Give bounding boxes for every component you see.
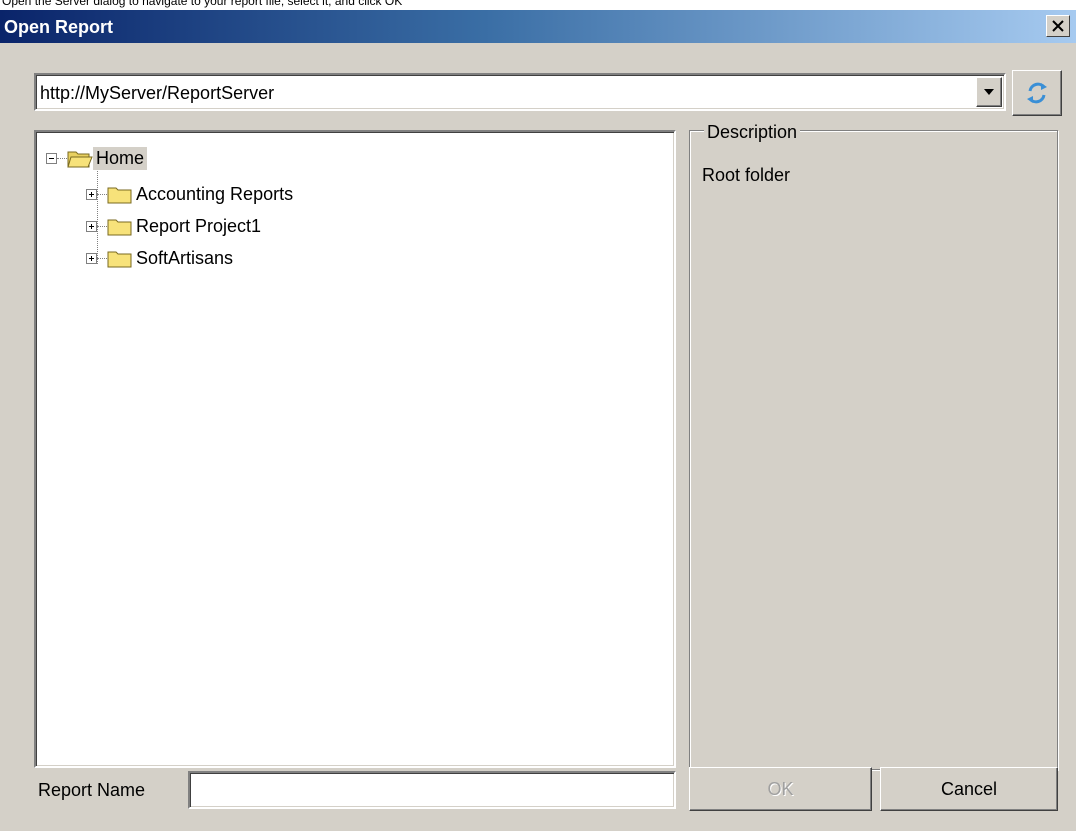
folder-icon bbox=[107, 219, 132, 235]
open-report-dialog: Open Report http://MyServer/ReportServer bbox=[0, 10, 1076, 831]
page-caption-text: Open the Server dialog to navigate to yo… bbox=[2, 0, 403, 8]
description-groupbox: Description Root folder bbox=[689, 122, 1058, 770]
chevron-down-icon bbox=[984, 89, 994, 95]
close-icon bbox=[1052, 20, 1064, 32]
cancel-button[interactable]: Cancel bbox=[880, 767, 1058, 811]
page-caption: Open the Server dialog to navigate to yo… bbox=[0, 0, 1076, 10]
server-url-combobox[interactable]: http://MyServer/ReportServer bbox=[34, 73, 1006, 111]
expand-toggle[interactable] bbox=[86, 221, 97, 232]
ok-button-label: OK bbox=[767, 778, 794, 799]
report-folder-tree[interactable]: Home Accounting Reports Report Project1 bbox=[34, 130, 676, 768]
window-title: Open Report bbox=[4, 17, 114, 37]
folder-icon bbox=[107, 251, 132, 267]
expand-toggle[interactable] bbox=[86, 189, 97, 200]
tree-node-softartisans[interactable]: SoftArtisans bbox=[86, 247, 236, 270]
tree-node-label[interactable]: SoftArtisans bbox=[133, 247, 236, 270]
refresh-button[interactable] bbox=[1012, 70, 1062, 116]
tree-node-report-project1[interactable]: Report Project1 bbox=[86, 215, 264, 238]
tree-node-label[interactable]: Home bbox=[93, 147, 148, 170]
report-name-input[interactable] bbox=[188, 771, 676, 809]
tree-node-home[interactable]: Home bbox=[46, 147, 148, 170]
title-bar[interactable]: Open Report bbox=[0, 10, 1076, 43]
tree-node-label[interactable]: Report Project1 bbox=[133, 215, 264, 238]
description-text: Root folder bbox=[702, 165, 791, 185]
refresh-icon bbox=[1027, 82, 1047, 104]
expand-toggle[interactable] bbox=[86, 253, 97, 264]
description-legend: Description bbox=[704, 122, 801, 143]
server-url-dropdown-button[interactable] bbox=[976, 77, 1002, 107]
cancel-button-label: Cancel bbox=[940, 778, 998, 799]
ok-button[interactable]: OK bbox=[689, 767, 872, 811]
folder-icon bbox=[107, 187, 132, 203]
collapse-toggle[interactable] bbox=[46, 153, 57, 164]
open-folder-icon bbox=[67, 151, 93, 167]
tree-node-accounting-reports[interactable]: Accounting Reports bbox=[86, 183, 296, 206]
tree-node-label[interactable]: Accounting Reports bbox=[133, 183, 296, 206]
server-url-value[interactable]: http://MyServer/ReportServer bbox=[40, 83, 274, 104]
close-button[interactable] bbox=[1046, 15, 1070, 37]
report-name-label: Report Name bbox=[38, 780, 146, 800]
